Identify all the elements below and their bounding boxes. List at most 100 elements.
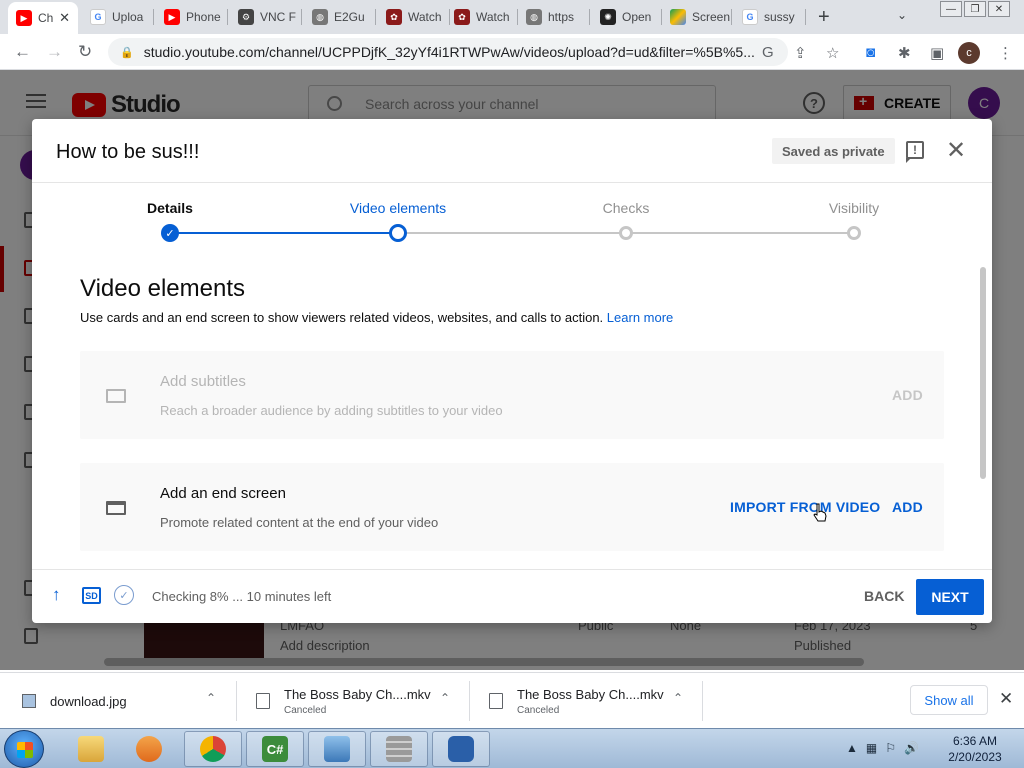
section-title: Video elements: [80, 275, 245, 302]
google-translate-icon[interactable]: G: [762, 44, 774, 61]
show-all-button[interactable]: Show all: [910, 685, 988, 715]
download-status: Canceled: [284, 704, 327, 716]
tab-e2gu[interactable]: ◍ E2Gu: [304, 4, 376, 30]
tab-https[interactable]: ◍ https: [518, 4, 590, 30]
show-hidden-icons-icon[interactable]: ▲: [846, 741, 858, 755]
tab-label: Open: [622, 10, 652, 24]
side-panel-icon[interactable]: ▣: [930, 44, 944, 62]
taskbar-chrome[interactable]: [184, 731, 242, 767]
taskbar-file-explorer[interactable]: [62, 731, 120, 767]
import-from-video-button[interactable]: IMPORT FROM VIDEO: [730, 499, 880, 515]
taskbar-media-player[interactable]: [120, 731, 178, 767]
tab-sussy[interactable]: G sussy: [734, 4, 806, 30]
next-button[interactable]: NEXT: [916, 579, 984, 615]
card-description: Reach a broader audience by adding subti…: [160, 403, 503, 418]
learn-more-link[interactable]: Learn more: [607, 310, 673, 325]
step-details-label[interactable]: Details: [147, 200, 193, 216]
download-item[interactable]: The Boss Baby Ch....mkv Canceled: [256, 673, 431, 729]
divider: [32, 569, 992, 570]
chevron-up-icon[interactable]: ⌃: [206, 691, 216, 705]
close-window-button[interactable]: ✕: [988, 1, 1010, 17]
back-arrow-icon[interactable]: ←: [14, 42, 31, 62]
tab-watch-2[interactable]: ✿ Watch: [446, 4, 518, 30]
system-clock[interactable]: 6:36 AM 2/20/2023: [944, 733, 1006, 765]
close-shelf-icon[interactable]: ✕: [999, 689, 1013, 709]
address-bar[interactable]: 🔒 studio.youtube.com/channel/UCPPDjfK_32…: [108, 38, 788, 66]
download-filename: The Boss Baby Ch....mkv: [284, 686, 431, 702]
csharp-icon: C#: [262, 736, 288, 762]
tab-phone[interactable]: ▶ Phone: [156, 4, 228, 30]
maximize-button[interactable]: ❐: [964, 1, 986, 17]
globe-favicon-icon: ◍: [312, 9, 328, 25]
tab-watch-1[interactable]: ✿ Watch: [378, 4, 450, 30]
lock-icon[interactable]: 🔒: [120, 46, 134, 59]
clock-time: 6:36 AM: [952, 734, 998, 748]
step-progress-line: [170, 232, 398, 234]
step-visibility-label[interactable]: Visibility: [829, 200, 879, 216]
tab-search-chevron-icon[interactable]: ⌄: [897, 8, 907, 22]
tab-openai[interactable]: ✺ Open: [592, 4, 662, 30]
tab-label: E2Gu: [334, 10, 365, 24]
upload-status-text: Checking 8% ... 10 minutes left: [152, 589, 332, 604]
profile-avatar[interactable]: c: [958, 42, 980, 64]
divider: [702, 681, 703, 721]
puzzle-extensions-icon[interactable]: ✱: [898, 44, 911, 62]
card-title: Add an end screen: [160, 485, 286, 502]
chevron-up-icon[interactable]: ⌃: [440, 691, 450, 705]
download-item[interactable]: The Boss Baby Ch....mkv Canceled: [489, 673, 664, 729]
reload-icon[interactable]: ↻: [78, 42, 92, 62]
step-checks-label[interactable]: Checks: [603, 200, 650, 216]
tab-upload[interactable]: G Uploa: [82, 4, 154, 30]
back-button[interactable]: BACK: [864, 588, 904, 604]
start-button[interactable]: [4, 730, 44, 768]
download-shelf: download.jpg ⌃ The Boss Baby Ch....mkv C…: [0, 672, 1024, 728]
step-done-check-icon[interactable]: ✓: [161, 224, 179, 242]
section-description-text: Use cards and an end screen to show view…: [80, 310, 604, 325]
send-feedback-icon[interactable]: !: [906, 141, 924, 163]
media-player-icon: [136, 736, 162, 762]
network-icon[interactable]: ▦: [866, 741, 877, 755]
taskbar-firewall[interactable]: [370, 731, 428, 767]
tab-screen[interactable]: Screen: [662, 4, 732, 30]
share-icon[interactable]: ⇪: [794, 44, 807, 62]
tab-vnc[interactable]: ⚙ VNC F: [230, 4, 302, 30]
new-tab-button[interactable]: +: [818, 6, 830, 29]
youtube-favicon-icon: ▶: [164, 9, 180, 25]
volume-icon[interactable]: 🔊: [904, 741, 919, 755]
upload-arrow-icon[interactable]: ↑: [52, 585, 61, 605]
taskbar-csharp-editor[interactable]: C#: [246, 731, 304, 767]
browser-tab-strip: ▶ Ch ✕ G Uploa ▶ Phone ⚙ VNC F ◍ E2Gu ✿ …: [0, 0, 1024, 34]
forward-arrow-icon[interactable]: →: [46, 42, 63, 62]
step-future-dot[interactable]: [619, 226, 633, 240]
minimize-button[interactable]: —: [940, 1, 962, 17]
action-center-flag-icon[interactable]: ⚐: [885, 741, 896, 755]
system-tray: ▲ ▦ ⚐ 🔊: [846, 741, 919, 755]
close-icon[interactable]: ✕: [946, 139, 966, 163]
extension-icon[interactable]: ◙: [866, 44, 875, 61]
openai-favicon-icon: ✺: [600, 9, 616, 25]
taskbar-remote-desktop[interactable]: [432, 731, 490, 767]
bookmark-star-icon[interactable]: ☆: [826, 44, 839, 62]
add-end-screen-button[interactable]: ADD: [892, 499, 923, 515]
card-title: Add subtitles: [160, 373, 246, 390]
download-item[interactable]: download.jpg: [22, 673, 127, 729]
checks-circle-icon[interactable]: ✓: [114, 585, 134, 605]
google-favicon-icon: G: [90, 9, 106, 25]
step-current-dot[interactable]: [389, 224, 407, 242]
add-subtitles-button[interactable]: ADD: [892, 387, 923, 403]
step-future-dot[interactable]: [847, 226, 861, 240]
dialog-scrollbar[interactable]: [980, 267, 986, 479]
upload-dialog: How to be sus!!! Saved as private ! ✕ De…: [32, 119, 992, 623]
vnc-favicon-icon: ⚙: [238, 9, 254, 25]
clock-date: 2/20/2023: [948, 750, 1002, 764]
divider: [236, 681, 237, 721]
tab-youtube-studio[interactable]: ▶ Ch ✕: [8, 2, 78, 34]
sd-quality-icon[interactable]: SD: [82, 587, 101, 604]
download-filename: The Boss Baby Ch....mkv: [517, 686, 664, 702]
step-video-elements-label[interactable]: Video elements: [350, 200, 446, 216]
window-controls: — ❐ ✕: [940, 1, 1010, 17]
chevron-up-icon[interactable]: ⌃: [673, 691, 683, 705]
browser-menu-icon[interactable]: ⋮: [998, 44, 1013, 62]
close-tab-icon[interactable]: ✕: [59, 10, 70, 26]
taskbar-control-panel[interactable]: [308, 731, 366, 767]
